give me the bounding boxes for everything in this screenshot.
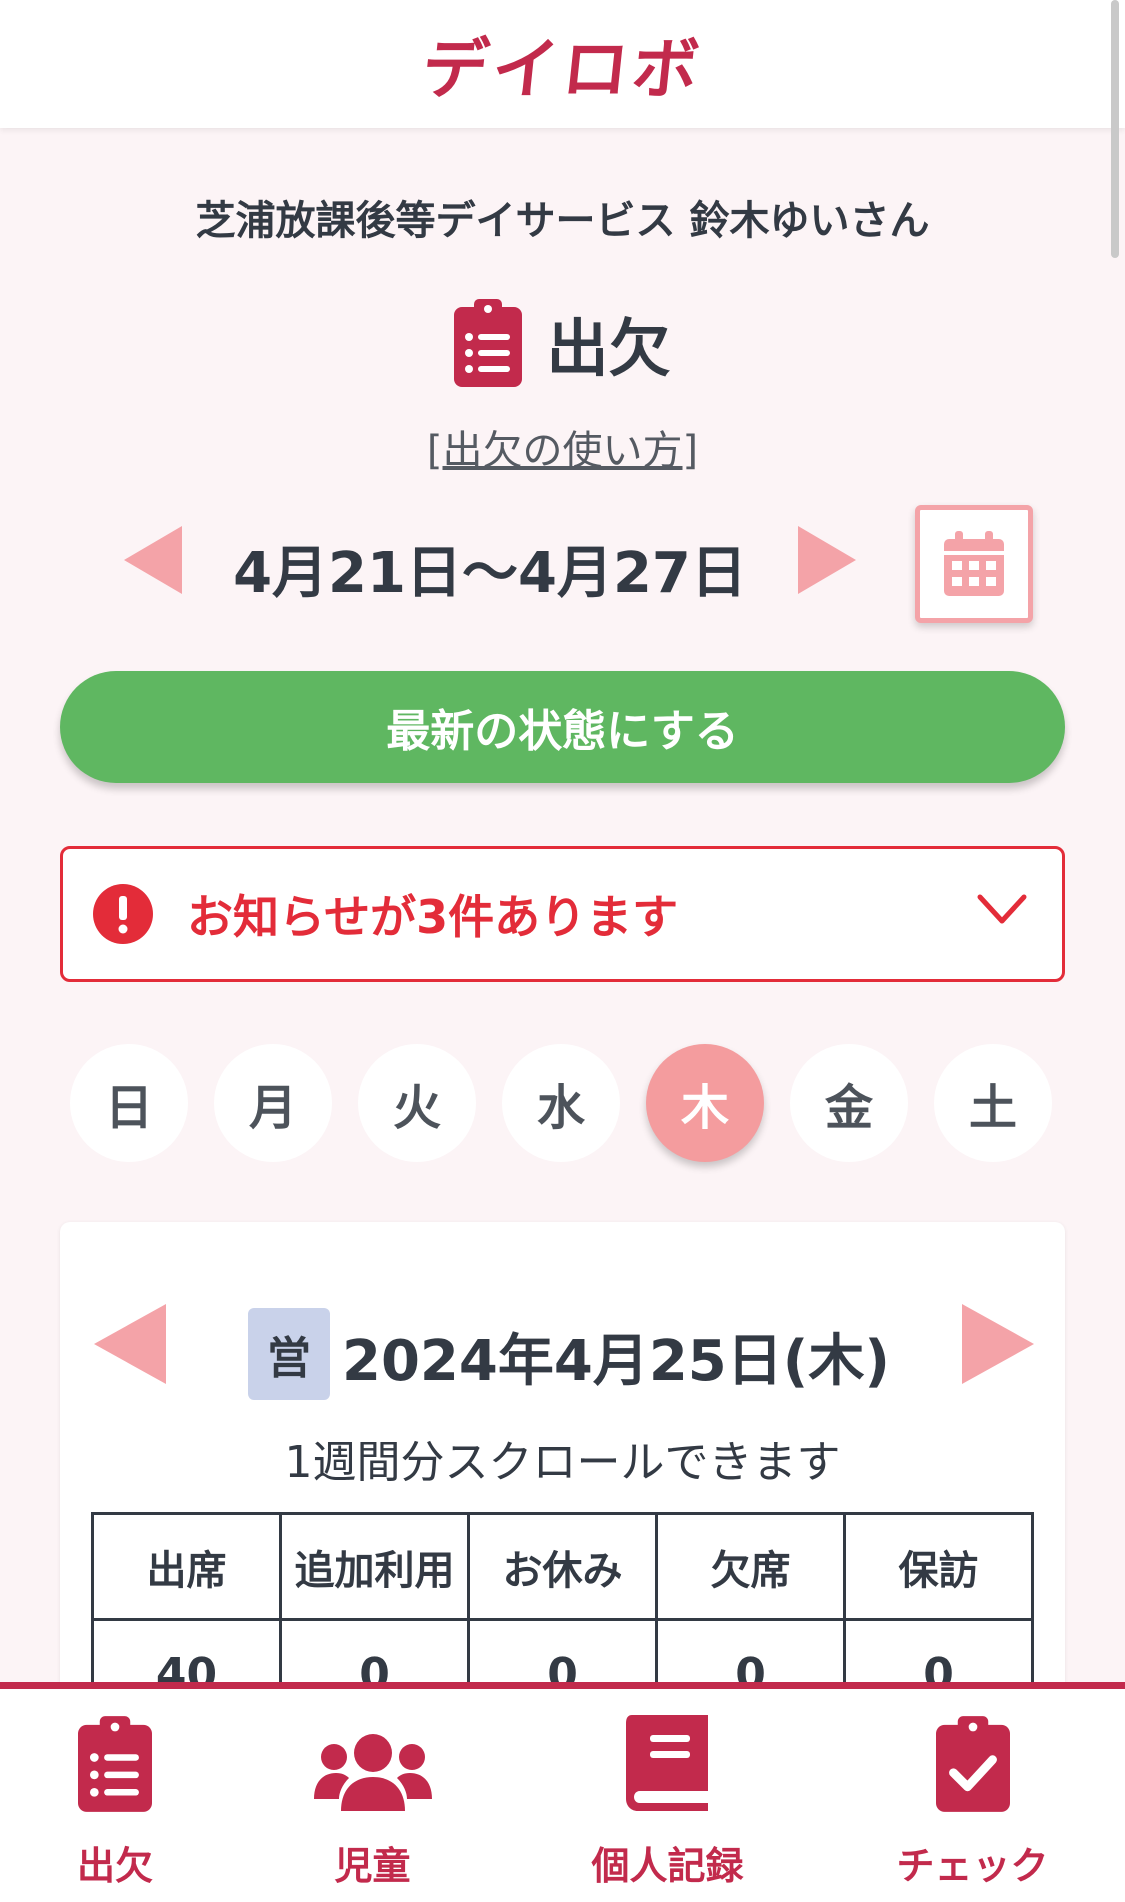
business-day-badge: 営	[248, 1308, 330, 1400]
clipboard-list-icon	[454, 299, 523, 387]
day-next-arrow-icon[interactable]	[958, 1300, 1038, 1388]
day-tab-wed[interactable]: 水	[502, 1044, 620, 1162]
users-icon	[313, 1734, 432, 1811]
howto-bracket-close: ]	[682, 428, 699, 474]
day-tab-tue[interactable]: 火	[358, 1044, 476, 1162]
day-tab-thu[interactable]: 木	[646, 1044, 764, 1162]
book-icon	[625, 1715, 708, 1811]
calendar-icon	[944, 531, 1004, 596]
day-tab-fri[interactable]: 金	[790, 1044, 908, 1162]
day-prev-arrow-icon[interactable]	[90, 1300, 170, 1388]
week-prev-arrow-icon[interactable]	[118, 520, 188, 600]
col-extra-use: 追加利用	[279, 1512, 470, 1621]
week-next-arrow-icon[interactable]	[792, 520, 862, 600]
day-tab-sun[interactable]: 日	[70, 1044, 188, 1162]
calendar-button[interactable]	[915, 505, 1033, 623]
scroll-hint: 1週間分スクロールできます	[284, 1437, 841, 1488]
col-home-visit: 保訪	[843, 1512, 1034, 1621]
section-title: 出欠	[0, 298, 1125, 388]
attendance-page: デイロボ 芝浦放課後等デイサービス 鈴木ゆいさん 出欠 [出欠の使い方] 4月2…	[0, 0, 1125, 1902]
bottom-nav: 出欠 児童 個人記録 チェック	[0, 1682, 1125, 1902]
day-tab-sat[interactable]: 土	[934, 1044, 1052, 1162]
day-tab-mon[interactable]: 月	[214, 1044, 332, 1162]
day-date: 2024年4月25日(木)	[342, 1329, 890, 1394]
nav-item-attendance[interactable]: 出欠	[40, 1689, 190, 1902]
howto-bracket-open: [	[426, 428, 443, 474]
notice-text: お知らせが3件あります	[187, 890, 679, 944]
app-header: デイロボ	[0, 0, 1125, 128]
clipboard-check-icon	[935, 1716, 1010, 1812]
nav-label-personal-record: 個人記録	[591, 1844, 744, 1888]
day-tabs: 日 月 火 水 木 金 土	[70, 1044, 1060, 1164]
howto-link-text[interactable]: 出欠の使い方	[443, 428, 683, 474]
alert-circle-icon	[93, 884, 153, 944]
col-day-off: お休み	[467, 1512, 658, 1621]
facility-name: 芝浦放課後等デイサービス 鈴木ゆいさん	[195, 198, 930, 244]
app-logo[interactable]: デイロボ	[417, 16, 707, 112]
nav-item-personal-record[interactable]: 個人記録	[575, 1689, 760, 1902]
nav-label-attendance: 出欠	[76, 1844, 153, 1888]
section-title-text: 出欠	[546, 312, 671, 385]
nav-item-check[interactable]: チェック	[880, 1689, 1065, 1902]
col-attend: 出席	[91, 1512, 282, 1621]
nav-label-children: 児童	[334, 1844, 411, 1888]
week-range: 4月21日〜4月27日	[233, 541, 747, 606]
notice-accordion[interactable]: お知らせが3件あります	[60, 846, 1065, 982]
nav-item-children[interactable]: 児童	[300, 1689, 445, 1902]
nav-label-check: チェック	[896, 1844, 1049, 1888]
chevron-down-icon[interactable]	[976, 893, 1028, 927]
col-absent: 欠席	[655, 1512, 846, 1621]
table-header-row: 出席 追加利用 お休み 欠席 保訪	[91, 1512, 1034, 1621]
howto-link[interactable]: [出欠の使い方]	[0, 418, 1125, 476]
refresh-button[interactable]: 最新の状態にする	[60, 671, 1065, 783]
clipboard-list-icon	[78, 1716, 152, 1812]
